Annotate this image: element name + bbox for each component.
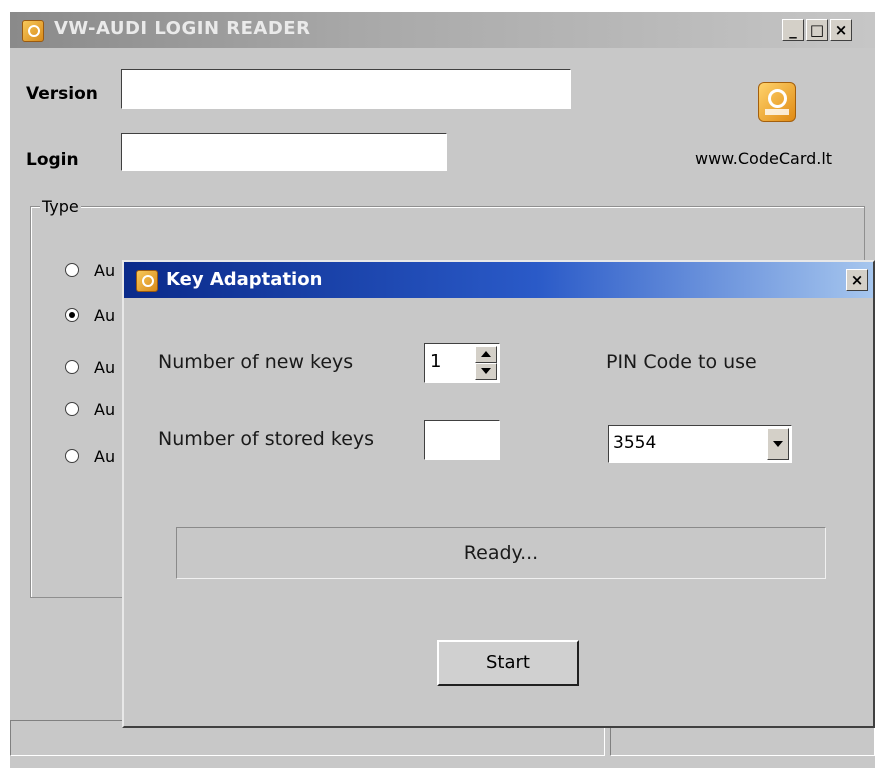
dialog-app-icon <box>136 270 158 292</box>
chevron-down-icon[interactable] <box>767 428 789 460</box>
dialog-titlebar[interactable]: Key Adaptation × <box>124 262 873 298</box>
type-radio-label: Au <box>94 400 116 419</box>
dialog-title: Key Adaptation <box>166 269 323 290</box>
spin-down-icon[interactable] <box>475 363 497 380</box>
type-radio-label: Au <box>94 261 116 280</box>
type-group-label: Type <box>40 197 81 216</box>
website-link[interactable]: www.CodeCard.lt <box>695 149 832 168</box>
pin-code-value: 3554 <box>613 433 657 453</box>
spinner-buttons <box>475 346 497 380</box>
spin-up-icon[interactable] <box>475 346 497 363</box>
stored-keys-label: Number of stored keys <box>158 428 375 450</box>
type-radio-2[interactable] <box>65 308 79 322</box>
new-keys-value: 1 <box>430 351 442 372</box>
type-radio-1[interactable] <box>65 263 79 277</box>
type-radio-label: Au <box>94 447 116 466</box>
maximize-button[interactable]: □ <box>806 19 828 41</box>
new-keys-label: Number of new keys <box>158 351 354 373</box>
dialog-close-button[interactable]: × <box>846 269 868 291</box>
type-radio-label: Au <box>94 358 116 377</box>
start-button[interactable]: Start <box>437 640 579 686</box>
window-title: VW-AUDI LOGIN READER <box>54 18 311 39</box>
minimize-button[interactable]: _ <box>782 19 804 41</box>
status-text: Ready... <box>463 542 539 564</box>
key-card-icon <box>758 82 796 122</box>
app-key-icon <box>22 20 44 42</box>
version-label: Version <box>26 84 98 104</box>
key-adaptation-dialog: Key Adaptation × Number of new keys 1 Nu… <box>122 260 875 728</box>
type-radio-label: Au <box>94 306 116 325</box>
version-input[interactable] <box>121 69 571 109</box>
new-keys-spinner[interactable]: 1 <box>424 343 500 383</box>
close-button[interactable]: × <box>830 19 852 41</box>
pin-code-label: PIN Code to use <box>606 351 757 373</box>
login-label: Login <box>26 150 79 170</box>
type-radio-4[interactable] <box>65 402 79 416</box>
status-panel: Ready... <box>176 527 826 579</box>
pin-code-select[interactable]: 3554 <box>608 425 792 463</box>
type-radio-5[interactable] <box>65 449 79 463</box>
type-radio-3[interactable] <box>65 360 79 374</box>
login-input[interactable] <box>121 133 447 171</box>
main-titlebar[interactable]: VW-AUDI LOGIN READER _ □ × <box>10 12 875 48</box>
stored-keys-input[interactable] <box>424 420 500 460</box>
